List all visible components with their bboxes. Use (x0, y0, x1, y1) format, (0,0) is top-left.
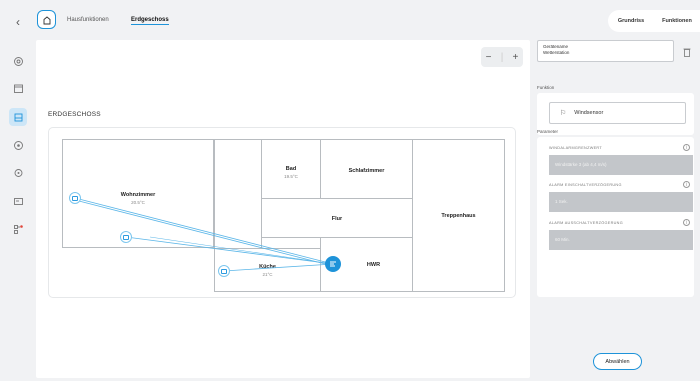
room-label: Wohnzimmer (120, 192, 156, 198)
room-kueche[interactable]: Küche 21°C (214, 248, 321, 292)
zoom-in-button[interactable]: + (513, 52, 519, 63)
display-icon[interactable] (9, 192, 27, 210)
room-schlafzimmer[interactable]: Schlafzimmer (320, 139, 413, 199)
weather-station-hub-icon[interactable] (325, 256, 341, 272)
floorplan-icon[interactable] (9, 108, 27, 126)
home-icon (43, 15, 50, 24)
function-value: Windsensor (574, 110, 604, 116)
params-card: WINDALARMGRENZWERT i Windstärke 3 (ab 4,… (537, 137, 694, 297)
function-selector[interactable]: ⚐ Windsensor (549, 102, 686, 124)
room-label: Flur (331, 216, 343, 222)
network-icon[interactable] (9, 220, 27, 238)
room-temperature: 21°C (262, 272, 273, 277)
zoom-out-button[interactable]: − (486, 52, 492, 63)
location-icon[interactable] (9, 164, 27, 182)
info-icon[interactable]: i (683, 181, 690, 188)
top-bar: ‹ Hausfunktionen Erdgeschoss Grundriss F… (0, 0, 700, 40)
room-flur[interactable]: Flur (261, 198, 413, 238)
settings-icon[interactable] (9, 52, 27, 70)
room-label: Treppenhaus (441, 213, 476, 219)
param-field-einschaltverzoegerung[interactable]: 1 Sek. (549, 192, 693, 212)
home-button[interactable] (37, 10, 56, 29)
floor-label: ERDGESCHOSS (48, 111, 101, 118)
tab-grundriss[interactable]: Grundriss (608, 18, 654, 24)
selected-device-name: Wetterstation (543, 50, 570, 55)
param-label: ALARM AUSSCHALTVERZÖGERUNG (549, 221, 623, 225)
selected-device-field[interactable]: Gerätename Wetterstation (537, 40, 674, 62)
deselect-button[interactable]: Abwählen (593, 353, 642, 370)
params-heading: Parameter (537, 129, 559, 134)
calendar-icon[interactable] (9, 79, 27, 97)
device-sensor-icon[interactable] (218, 265, 230, 277)
view-toggle: Grundriss Funktionen (608, 10, 700, 32)
room-temperature: 19.5°C (284, 174, 298, 179)
function-card: ⚐ Windsensor (537, 93, 694, 135)
room-wohnzimmer[interactable]: Wohnzimmer 20.5°C (62, 139, 214, 248)
room-bad[interactable]: Bad 19.5°C (261, 139, 321, 199)
room-label: Schlafzimmer (348, 168, 385, 174)
param-field-ausschaltverzoegerung[interactable]: 60 Min. (549, 230, 693, 250)
info-icon[interactable]: i (683, 219, 690, 226)
device-sensor-icon[interactable] (69, 192, 81, 204)
compass-icon[interactable] (9, 136, 27, 154)
back-chevron-icon[interactable]: ‹ (16, 15, 20, 29)
room-temperature: 20.5°C (131, 200, 145, 205)
room-treppenhaus[interactable]: Treppenhaus (412, 139, 505, 292)
param-field-windalarm[interactable]: Windstärke 3 (ab 4,4 m/s) (549, 155, 693, 175)
tab-funktionen[interactable]: Funktionen (654, 18, 700, 24)
properties-panel: Gerätename Wetterstation Funktion ⚐ Wind… (531, 40, 700, 378)
param-label: ALARM EINSCHALTVERZÖGERUNG (549, 183, 622, 187)
param-label: WINDALARMGRENZWERT (549, 146, 603, 150)
zoom-controls: − | + (481, 47, 523, 67)
room-label: Bad (285, 166, 297, 172)
breadcrumb-hausfunktionen[interactable]: Hausfunktionen (67, 17, 109, 23)
breadcrumb-erdgeschoss[interactable]: Erdgeschoss (131, 17, 169, 25)
info-icon[interactable]: i (683, 144, 690, 151)
room-label: Küche (259, 264, 276, 270)
trash-icon[interactable] (683, 44, 691, 62)
function-heading: Funktion (537, 85, 555, 90)
device-sensor-icon[interactable] (120, 231, 132, 243)
wind-icon: ⚐ (560, 110, 567, 117)
